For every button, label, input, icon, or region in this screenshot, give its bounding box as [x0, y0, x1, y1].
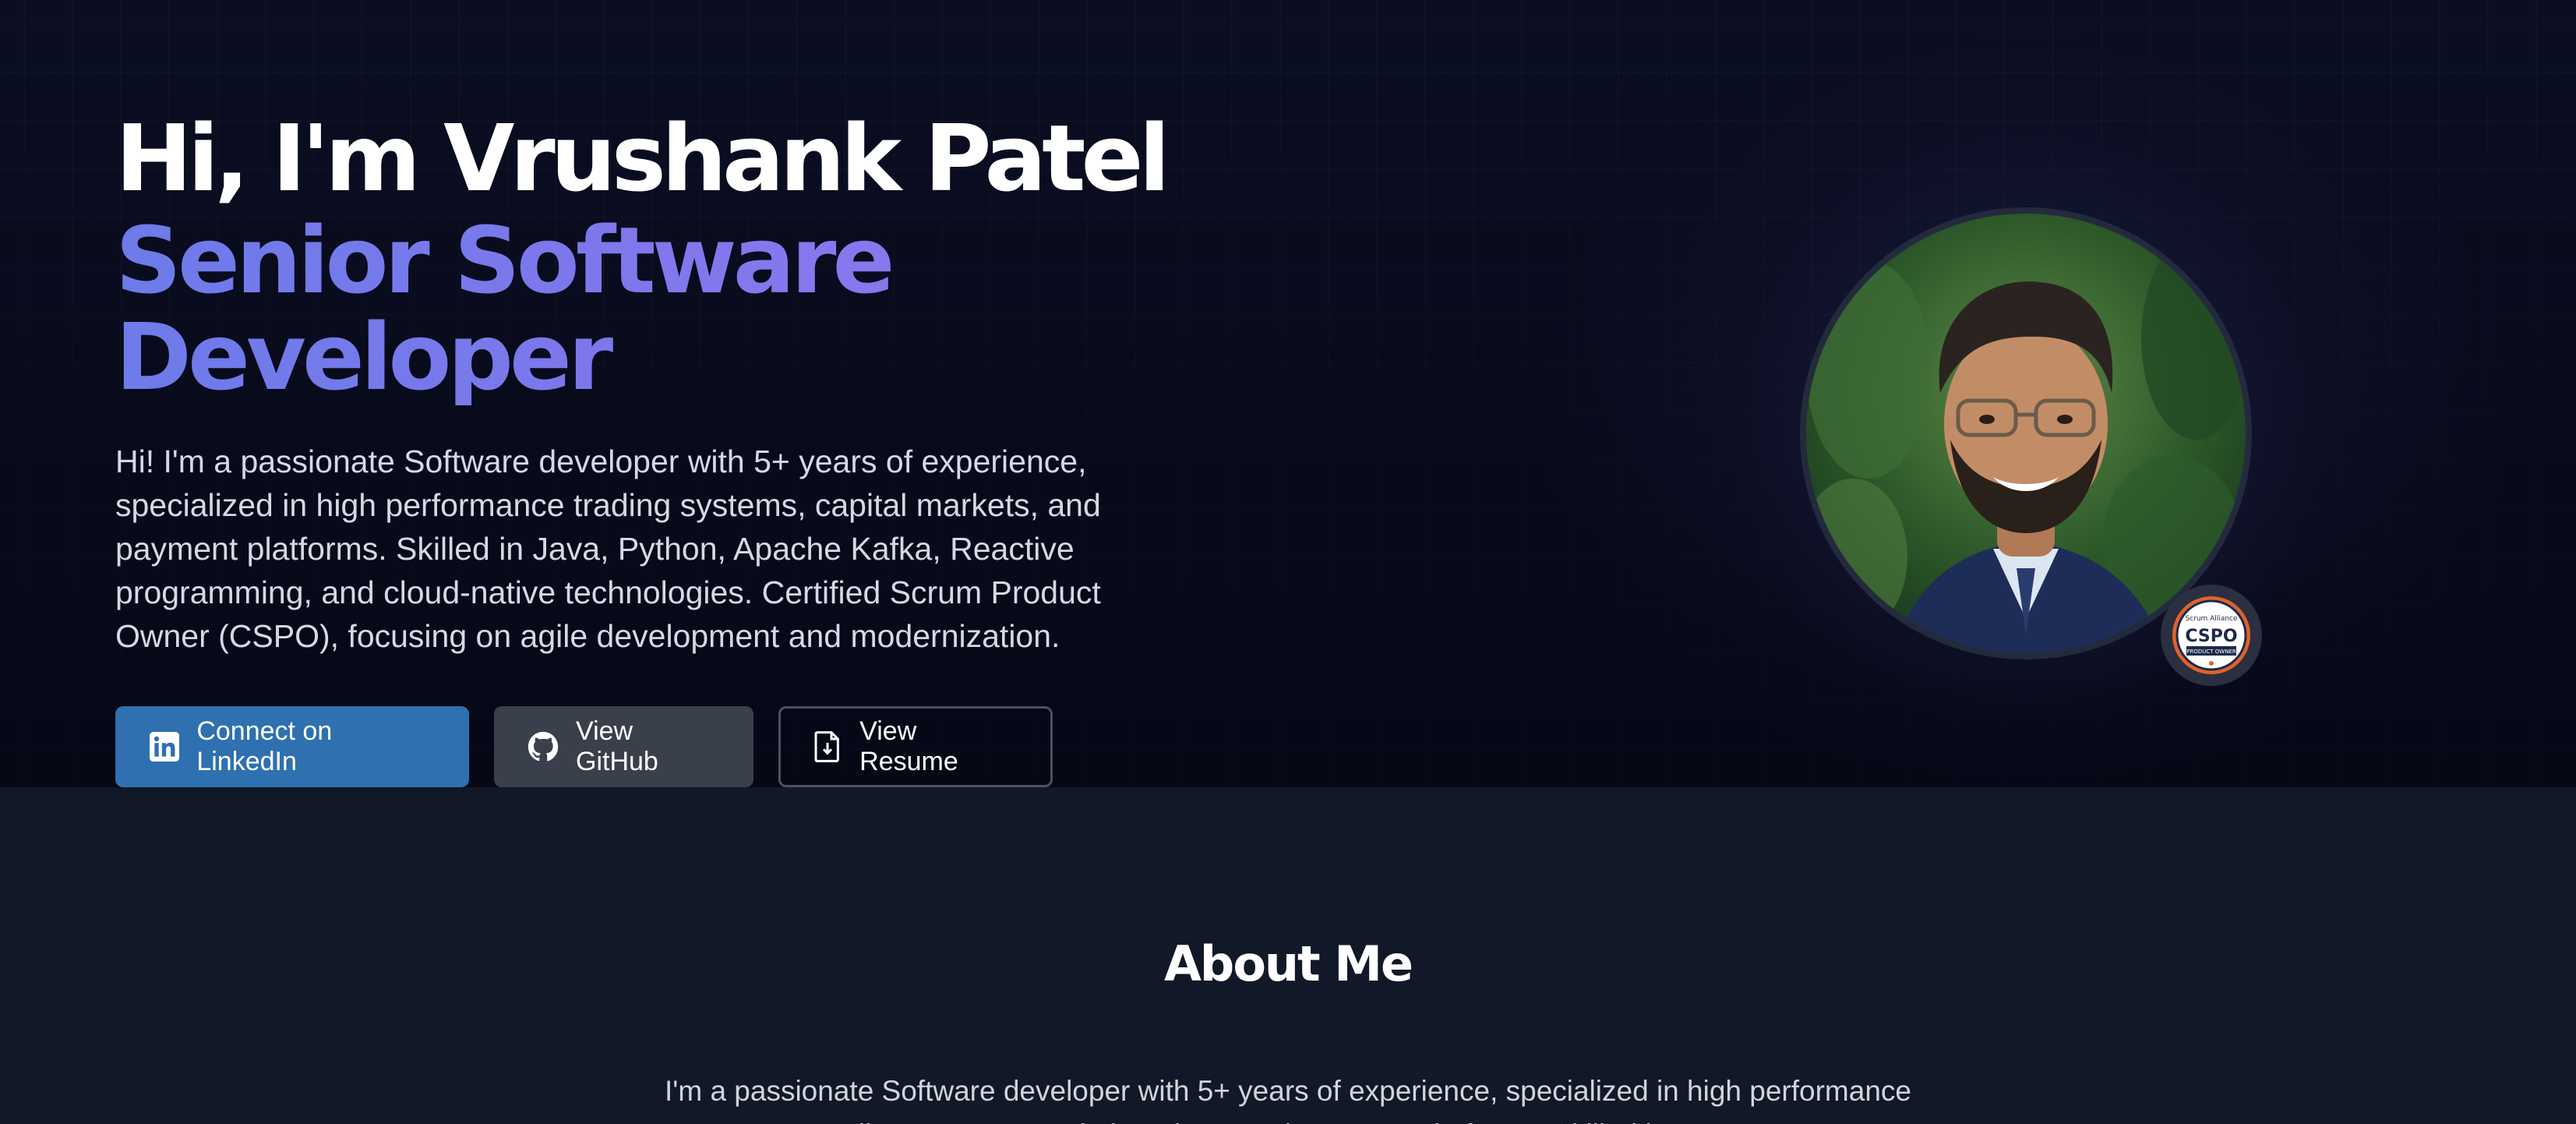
about-text: I'm a passionate Software developer with… [665, 1075, 1911, 1124]
hero-actions: Connect on LinkedIn View GitHub View Res… [115, 706, 1053, 787]
cspo-badge: Scrum Alliance CSPO PRODUCT OWNER [2161, 585, 2262, 686]
linkedin-button[interactable]: Connect on LinkedIn [115, 706, 469, 787]
github-button[interactable]: View GitHub [494, 706, 753, 787]
github-icon [528, 731, 559, 762]
about-section: About Me I'm a passionate Software devel… [0, 787, 2576, 1124]
portfolio-page: Hi, I'm Vrushank Patel Senior Software D… [0, 0, 2576, 1124]
document-icon [812, 731, 842, 762]
github-button-label: View GitHub [576, 716, 658, 776]
linkedin-icon [149, 731, 179, 762]
hero-section: Hi, I'm Vrushank Patel Senior Software D… [0, 0, 2576, 787]
svg-text:CSPO: CSPO [2185, 627, 2237, 646]
resume-button[interactable]: View Resume [778, 706, 1053, 787]
hero-greeting: Hi, I'm Vrushank Patel [115, 104, 1170, 212]
linkedin-button-label: Connect on LinkedIn [196, 716, 333, 776]
svg-text:Scrum Alliance: Scrum Alliance [2185, 615, 2238, 623]
svg-text:PRODUCT OWNER: PRODUCT OWNER [2186, 649, 2236, 655]
resume-button-label: View Resume [859, 716, 958, 776]
about-title: About Me [1163, 935, 1413, 992]
hero-content: Hi, I'm Vrushank Patel Senior Software D… [115, 109, 1206, 658]
hero-intro: Hi! I'm a passionate Software developer … [115, 444, 1101, 654]
hero-role: Senior Software Developer [115, 212, 941, 405]
cspo-seal: Scrum Alliance CSPO PRODUCT OWNER [2172, 596, 2250, 674]
